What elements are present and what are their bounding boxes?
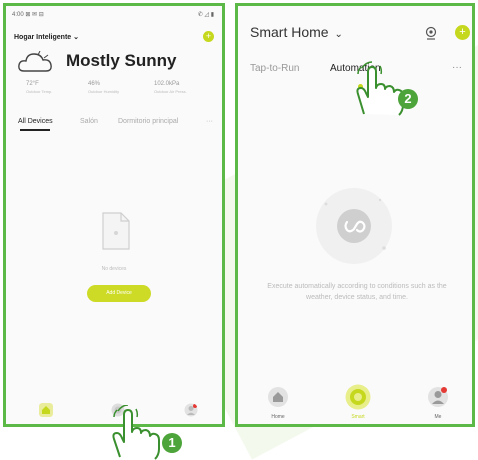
cloud-icon (18, 51, 52, 72)
home-selector[interactable]: Smart Home ⌄ (250, 24, 343, 40)
weather-stats: 72°F Outdoor Temp. 46% Outdoor Humidity … (26, 81, 208, 99)
tab-salon[interactable]: Salón (80, 118, 98, 125)
tab-dormitorio[interactable]: Dormitorio principal (118, 118, 178, 125)
bottom-nav: Home Smart Me (238, 380, 472, 424)
stat-temp: 72°F Outdoor Temp. (26, 81, 76, 94)
weather-summary: Mostly Sunny (18, 51, 218, 75)
stat-value: 72°F (26, 81, 39, 87)
add-device-button[interactable]: Add Device (87, 285, 151, 302)
tabs-more[interactable]: ··· (206, 118, 213, 125)
phone-screen-home: 4:00 ⊠ ✉ ⊟ ✆ ◿ ▮ Hogar Inteligente ⌄ + M… (3, 3, 225, 427)
pointing-hand-icon (356, 61, 404, 116)
empty-state-description: Execute automatically according to condi… (267, 283, 447, 301)
nav-label: Me (434, 414, 442, 420)
tab-all-devices[interactable]: All Devices (18, 118, 53, 125)
empty-state-text: No devices (101, 266, 127, 272)
home-header: Hogar Inteligente ⌄ + (14, 31, 214, 45)
more-icon[interactable]: ··· (452, 62, 462, 73)
plus-icon[interactable]: + (203, 31, 214, 42)
stat-pressure: 102.0kPa Outdoor Air Press. (154, 81, 204, 94)
stat-value: 102.0kPa (154, 81, 180, 87)
page-title: Smart Home (250, 24, 329, 40)
home-icon[interactable] (39, 403, 53, 417)
plus-icon[interactable]: + (455, 25, 470, 40)
smart-icon (345, 384, 371, 410)
status-time: 4:00 ⊠ ✉ ⊟ (12, 12, 44, 18)
nav-home[interactable]: Home (258, 384, 298, 422)
status-bar: 4:00 ⊠ ✉ ⊟ ✆ ◿ ▮ (12, 11, 214, 21)
nav-label: Home (271, 414, 285, 420)
pointing-hand-icon (112, 405, 160, 460)
chevron-down-icon: ⌄ (334, 29, 343, 40)
stat-humidity: 46% Outdoor Humidity (88, 81, 138, 94)
me-icon[interactable] (184, 403, 198, 417)
nav-me[interactable]: Me (418, 384, 458, 422)
step-badge: 2 (398, 89, 418, 109)
location-icon[interactable] (424, 26, 438, 40)
me-icon (428, 387, 448, 407)
stat-label: Outdoor Air Press. (154, 89, 187, 94)
home-icon (268, 387, 288, 407)
tab-tap-to-run[interactable]: Tap-to-Run (250, 63, 299, 74)
status-icons: ✆ ◿ ▮ (197, 12, 214, 18)
weather-condition: Mostly Sunny (66, 51, 177, 70)
nav-label: Smart (351, 414, 365, 420)
nav-smart[interactable]: Smart (338, 384, 378, 422)
active-tab-indicator (20, 129, 50, 131)
stat-label: Outdoor Temp. (26, 89, 53, 94)
automation-icon (316, 188, 392, 264)
home-selector[interactable]: Hogar Inteligente ⌄ (14, 33, 79, 41)
stat-value: 46% (88, 81, 101, 87)
document-icon (102, 212, 130, 250)
step-badge: 1 (162, 433, 182, 453)
stat-label: Outdoor Humidity (88, 89, 120, 94)
